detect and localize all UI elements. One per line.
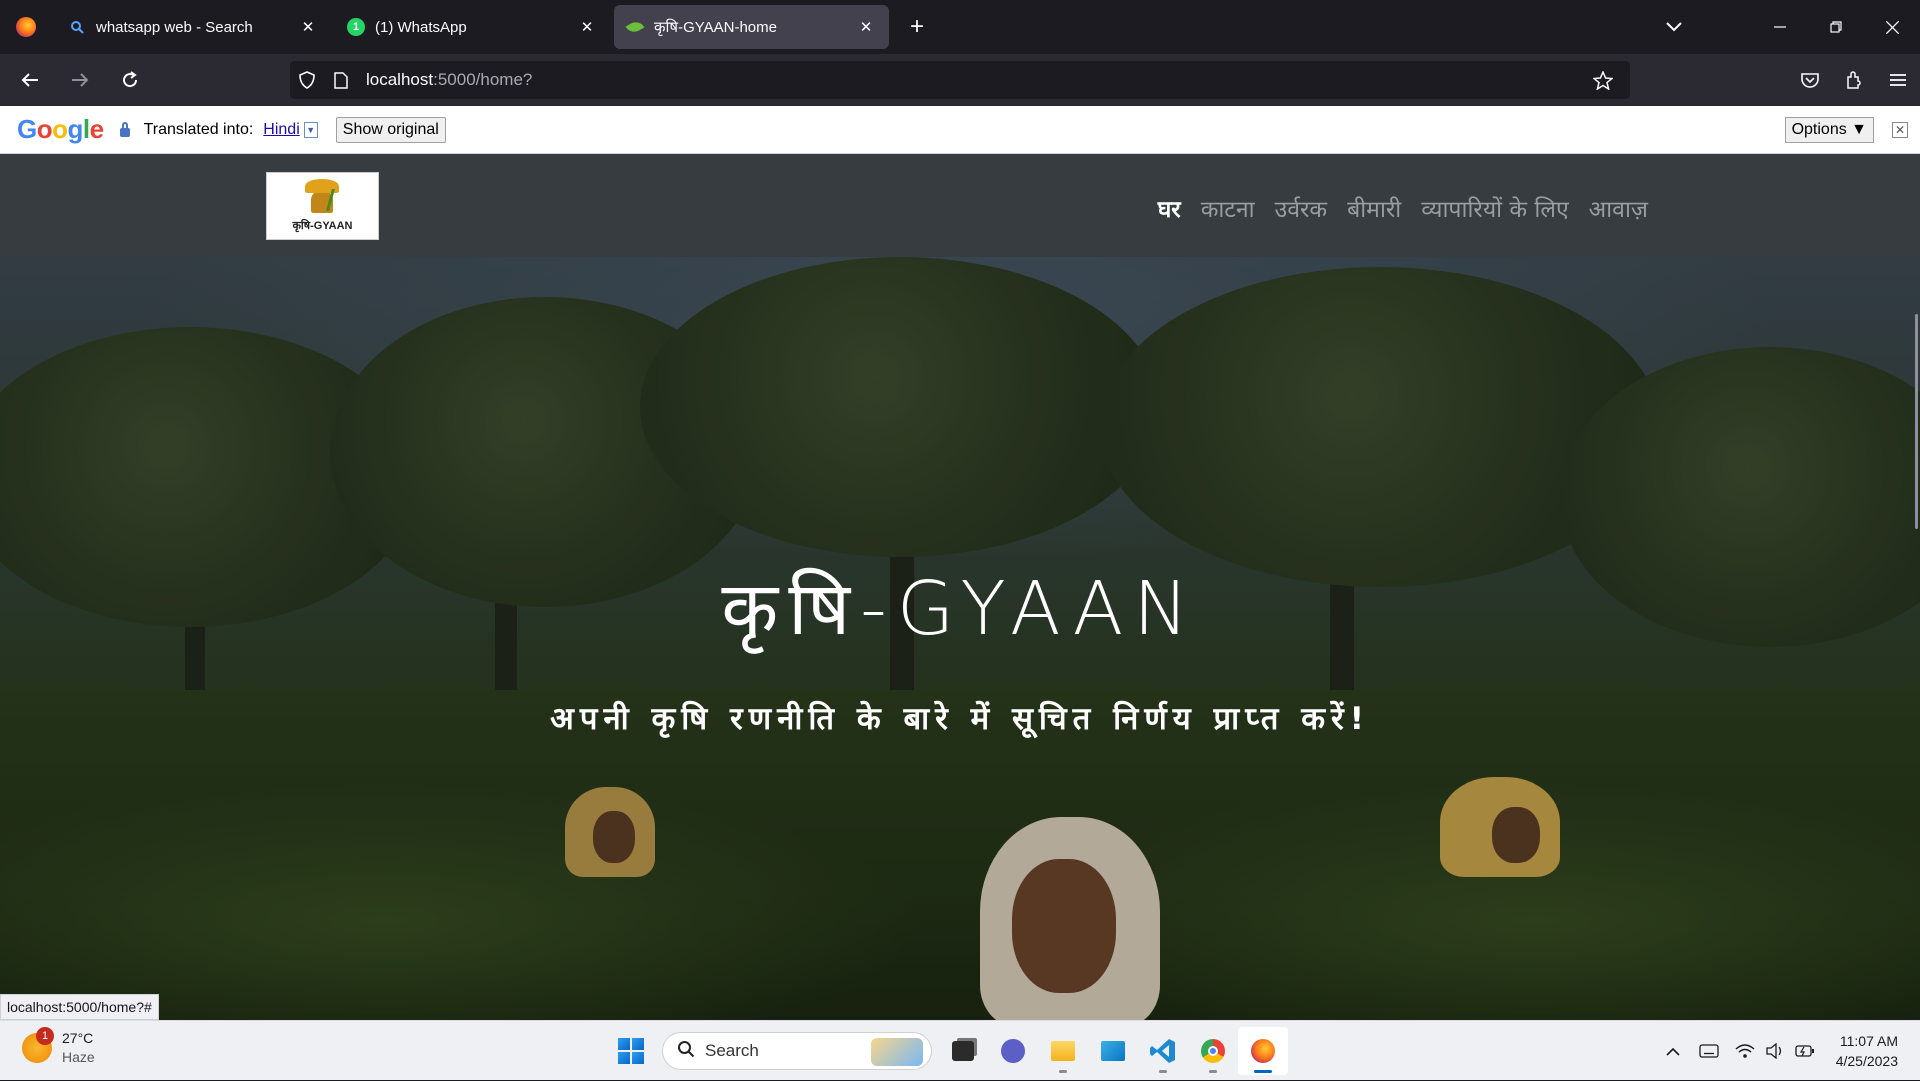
page-content: कृषि-GYAAN घर काटना उर्वरक बीमारी व्यापा… — [0, 154, 1920, 1020]
reload-icon[interactable] — [110, 60, 150, 100]
search-icon — [68, 18, 86, 36]
minimize-icon[interactable] — [1752, 0, 1808, 54]
site-header: कृषि-GYAAN घर काटना उर्वरक बीमारी व्यापा… — [0, 154, 1920, 257]
hero-banner: कृषि-GYAAN अपनी कृषि रणनीति के बारे में … — [0, 257, 1920, 1020]
tracking-shield-icon[interactable] — [290, 61, 324, 99]
close-tab-icon[interactable]: ✕ — [576, 16, 598, 38]
start-button[interactable] — [606, 1027, 656, 1075]
hamburger-menu-icon[interactable] — [1876, 54, 1920, 106]
tab-title: कृषि-GYAAN-home — [654, 19, 777, 36]
hero-subtitle: अपनी कृषि रणनीति के बारे में सूचित निर्ण… — [550, 701, 1370, 737]
windows-taskbar: 1 27°C Haze Search 11:07 AM 4/25/2023 — [0, 1020, 1920, 1080]
url-bar[interactable]: localhost:5000/home? — [290, 61, 1630, 99]
remote-desktop-icon[interactable] — [1088, 1027, 1138, 1075]
language-link[interactable]: Hindi — [263, 121, 299, 139]
page-scrollbar[interactable] — [1915, 314, 1918, 529]
system-tray: 11:07 AM 4/25/2023 — [1658, 1021, 1920, 1081]
weather-condition: Haze — [62, 1049, 95, 1065]
notification-badge: 1 — [36, 1027, 54, 1045]
nav-disease[interactable]: बीमारी — [1347, 192, 1401, 224]
task-view-icon[interactable] — [938, 1027, 988, 1075]
close-icon[interactable]: ✕ — [1892, 122, 1908, 138]
google-logo: Google — [17, 114, 104, 144]
weather-temperature: 27°C — [62, 1030, 94, 1046]
browser-tab-strip: whatsapp web - Search ✕ 1 (1) WhatsApp ✕… — [0, 0, 1920, 54]
logo-text: कृषि-GYAAN — [292, 220, 353, 232]
restore-icon[interactable] — [1808, 0, 1864, 54]
battery-icon[interactable] — [1790, 1021, 1820, 1081]
weather-widget[interactable]: 1 27°C Haze — [22, 1027, 95, 1067]
search-highlight-icon — [871, 1038, 923, 1066]
close-tab-icon[interactable]: ✕ — [297, 16, 319, 38]
teams-chat-icon[interactable] — [988, 1027, 1038, 1075]
weather-haze-icon: 1 — [22, 1027, 54, 1063]
nav-fertilizer[interactable]: उर्वरक — [1275, 192, 1327, 224]
clock-date: 4/25/2023 — [1835, 1053, 1898, 1069]
chevron-up-icon[interactable] — [1658, 1021, 1688, 1081]
whatsapp-icon: 1 — [347, 18, 365, 36]
search-icon — [677, 1040, 695, 1063]
show-original-button[interactable]: Show original — [335, 116, 446, 143]
tab-krishi-gyaan-home[interactable]: कृषि-GYAAN-home ✕ — [614, 5, 889, 49]
pocket-icon[interactable] — [1788, 54, 1832, 106]
tab-title: whatsapp web - Search — [96, 18, 253, 36]
options-button[interactable]: Options ▼ — [1784, 117, 1874, 143]
nav-harvest[interactable]: काटना — [1201, 192, 1255, 224]
taskbar-search[interactable]: Search — [662, 1032, 932, 1070]
link-status-bar: localhost:5000/home?# — [0, 994, 159, 1020]
nav-traders[interactable]: व्यापारियों के लिए — [1421, 192, 1568, 224]
close-tab-icon[interactable]: ✕ — [855, 16, 877, 38]
site-logo[interactable]: कृषि-GYAAN — [266, 172, 379, 240]
leaf-icon — [625, 18, 645, 36]
forward-arrow-icon[interactable] — [60, 60, 100, 100]
hero-title: कृषि-GYAAN — [721, 566, 1199, 652]
firefox-menu-icon[interactable] — [0, 0, 52, 54]
firefox-icon[interactable] — [1238, 1027, 1288, 1075]
browser-navigation-bar: localhost:5000/home? — [0, 54, 1920, 106]
tab-title: (1) WhatsApp — [375, 18, 467, 36]
clock[interactable]: 11:07 AM 4/25/2023 — [1836, 1031, 1898, 1071]
extensions-icon[interactable] — [1832, 54, 1876, 106]
site-nav: घर काटना उर्वरक बीमारी व्यापारियों के लि… — [1138, 192, 1648, 224]
language-dropdown-icon[interactable]: ▼ — [303, 121, 318, 138]
new-tab-button[interactable]: + — [899, 9, 935, 45]
google-translate-bar: Google Translated into: Hindi ▼ Show ori… — [0, 106, 1920, 154]
nav-home[interactable]: घर — [1158, 192, 1181, 224]
tab-whatsapp-search[interactable]: whatsapp web - Search ✕ — [56, 5, 331, 49]
tab-whatsapp[interactable]: 1 (1) WhatsApp ✕ — [335, 5, 610, 49]
wifi-icon[interactable] — [1730, 1021, 1760, 1081]
back-arrow-icon[interactable] — [10, 60, 50, 100]
page-info-icon[interactable] — [324, 61, 358, 99]
windows-logo-icon — [618, 1038, 644, 1064]
lock-icon — [119, 122, 130, 137]
list-all-tabs-icon[interactable] — [1646, 0, 1702, 54]
bookmark-star-icon[interactable] — [1586, 61, 1620, 99]
keyboard-icon[interactable] — [1694, 1021, 1724, 1081]
chrome-icon[interactable] — [1188, 1027, 1238, 1075]
volume-icon[interactable] — [1760, 1021, 1790, 1081]
vscode-icon[interactable] — [1138, 1027, 1188, 1075]
url-text: localhost:5000/home? — [366, 70, 533, 89]
close-window-icon[interactable] — [1864, 0, 1920, 54]
translated-into-label: Translated into: — [143, 120, 254, 138]
file-explorer-icon[interactable] — [1038, 1027, 1088, 1075]
nav-voice[interactable]: आवाज़ — [1589, 192, 1648, 224]
search-label: Search — [705, 1041, 759, 1060]
clock-time: 11:07 AM — [1839, 1033, 1898, 1049]
